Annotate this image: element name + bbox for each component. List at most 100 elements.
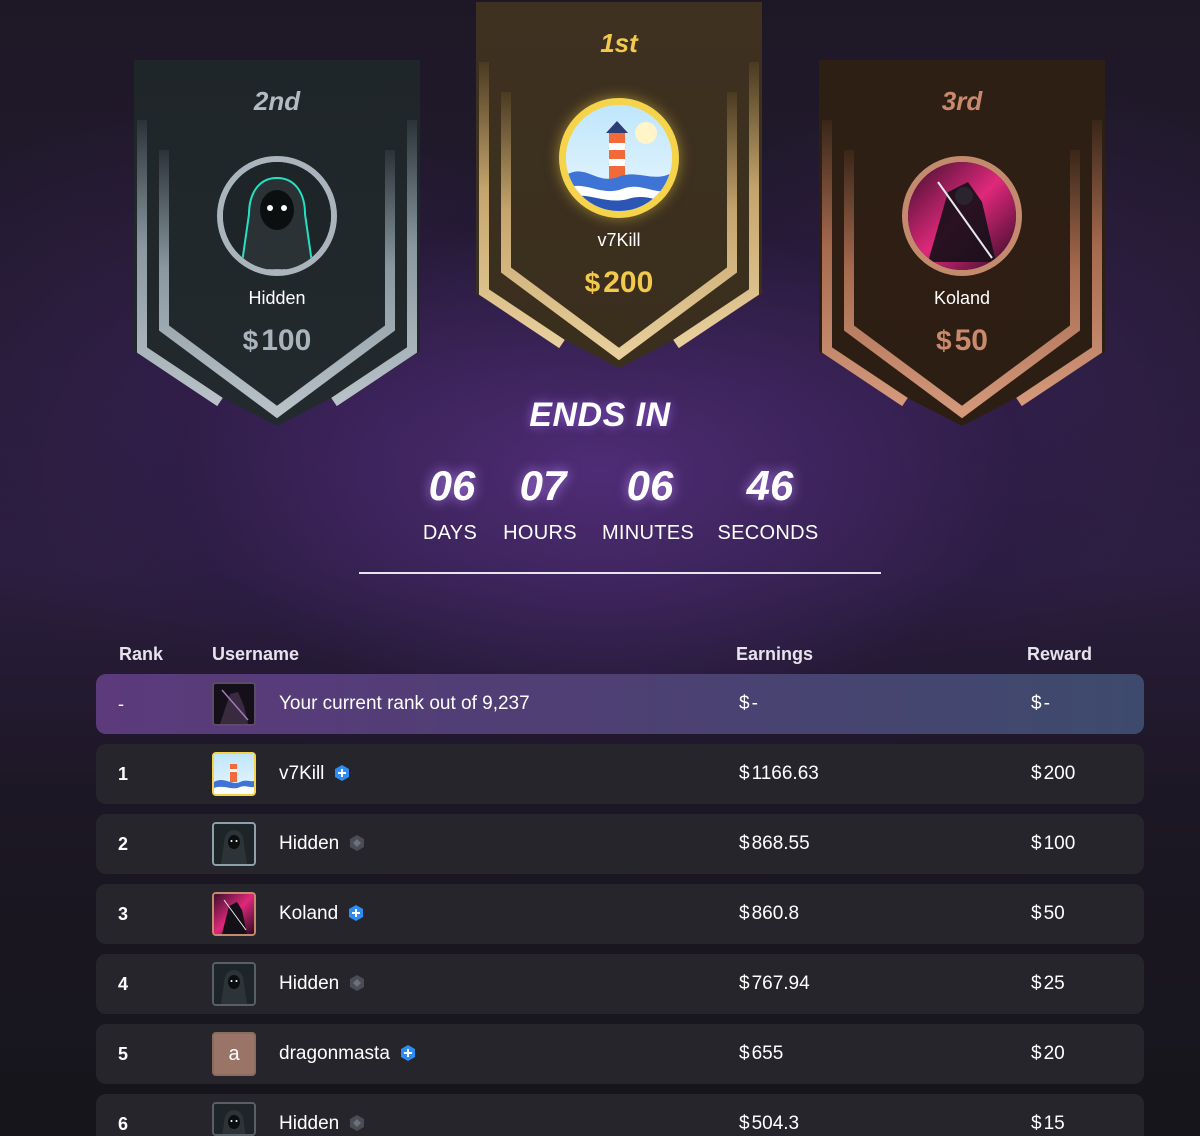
username-text: v7Kill	[279, 763, 325, 784]
place-label: 3rd	[941, 86, 983, 116]
place-label: 1st	[600, 28, 638, 58]
reward-value: 50	[1043, 903, 1065, 924]
reward-value: 20	[1043, 1043, 1065, 1064]
grey-badge-icon	[350, 1115, 365, 1131]
dollar-icon: $	[1031, 1113, 1042, 1134]
earnings-cell: $1166.63	[739, 763, 819, 785]
username-cell[interactable]: v7Kill	[279, 763, 350, 785]
reward-cell: $200	[1031, 763, 1075, 785]
hooded-figure-avatar	[217, 156, 337, 276]
reward-cell: $20	[1031, 1043, 1065, 1065]
rank-cell: 4	[118, 974, 129, 994]
username-text: Hidden	[279, 1113, 340, 1134]
earnings-cell: $655	[739, 1043, 783, 1065]
earnings-value: 868.55	[751, 833, 810, 854]
table-row[interactable]: 2 Hidden $868.55 $100	[96, 814, 1144, 874]
rank-cell: 3	[118, 904, 129, 924]
earnings-value: 1166.63	[751, 763, 819, 784]
earnings-cell: $860.8	[739, 903, 799, 925]
header-earnings: Earnings	[736, 644, 814, 664]
podium-first: 1st v7Kill $200	[476, 2, 762, 368]
table-row[interactable]: 6 Hidden $504.3 $15	[96, 1094, 1144, 1136]
dollar-icon: $	[1031, 763, 1042, 784]
hooded-figure-avatar	[212, 962, 256, 1006]
podium-prize: $50	[819, 324, 1105, 358]
letter-avatar: a	[212, 1032, 256, 1076]
minutes-label: MINUTES	[601, 522, 695, 544]
dollar-icon: $	[739, 1043, 750, 1064]
username-cell[interactable]: Hidden	[279, 973, 365, 995]
dollar-icon: $	[739, 693, 750, 714]
earnings-cell: $868.55	[739, 833, 810, 855]
lighthouse-avatar	[212, 752, 256, 796]
header-reward: Reward	[1027, 644, 1093, 664]
earnings-value: 767.94	[751, 973, 810, 994]
header-username: Username	[212, 644, 300, 664]
username-text: Hidden	[279, 833, 340, 854]
grey-badge-icon	[350, 975, 365, 991]
dollar-icon: $	[242, 325, 259, 356]
minutes-value: 06	[626, 462, 674, 509]
prize-value: 50	[954, 324, 988, 357]
username-cell[interactable]: dragonmasta	[279, 1043, 416, 1065]
table-row[interactable]: 3 Koland $860.8 $50	[96, 884, 1144, 944]
username-text: Koland	[279, 903, 339, 924]
dollar-icon: $	[1031, 903, 1042, 924]
reward-value: -	[1043, 693, 1050, 714]
username-cell[interactable]: Hidden	[279, 833, 365, 855]
dollar-icon: $	[1031, 973, 1042, 994]
username-cell[interactable]: Koland	[279, 903, 364, 925]
grey-badge-icon	[350, 835, 365, 851]
dollar-icon: $	[739, 763, 750, 784]
earnings-cell: $767.94	[739, 973, 810, 995]
avatar-letter: a	[228, 1043, 240, 1065]
reward-cell: $100	[1031, 833, 1075, 855]
current-rank-row[interactable]: - Your current rank out of 9,237 $ - $ -	[96, 674, 1144, 734]
table-row[interactable]: 1 v7Kill $1166.63 $200	[96, 744, 1144, 804]
header-rank: Rank	[119, 644, 164, 664]
reward-cell: $50	[1031, 903, 1065, 925]
seconds-value: 46	[746, 462, 794, 509]
podium-prize: $200	[476, 266, 762, 300]
earnings-cell: $504.3	[739, 1113, 799, 1135]
dollar-icon: $	[1031, 693, 1042, 714]
earnings-value: 504.3	[751, 1113, 800, 1134]
reward-value: 200	[1043, 763, 1076, 784]
dollar-icon: $	[584, 267, 601, 298]
podium-username: v7Kill	[597, 230, 641, 250]
dollar-icon: $	[936, 325, 952, 356]
user-avatar	[212, 682, 256, 726]
blue-plus-badge-icon	[400, 1045, 415, 1061]
place-label: 2nd	[253, 86, 301, 116]
podium-username: Hidden	[248, 288, 306, 308]
rank-cell: 1	[118, 764, 129, 784]
reward-cell: $15	[1031, 1113, 1065, 1135]
seconds-label: SECONDS	[717, 522, 819, 544]
dollar-icon: $	[739, 833, 750, 854]
lighthouse-avatar	[559, 98, 679, 218]
username-text: dragonmasta	[279, 1043, 390, 1064]
dollar-icon: $	[739, 973, 750, 994]
podium-second: 2nd Hidden $100	[134, 60, 420, 426]
current-rank-text: Your current rank out of 9,237	[279, 693, 530, 714]
countdown-title: ENDS IN	[529, 396, 671, 434]
earnings-value: 655	[751, 1043, 784, 1064]
table-row[interactable]: 5 a dragonmasta $655 $20	[96, 1024, 1144, 1084]
dollar-icon: $	[739, 1113, 750, 1134]
reward-value: 25	[1043, 973, 1065, 994]
rank-cell: 2	[118, 834, 129, 854]
reaper-avatar	[902, 156, 1022, 276]
rank-cell: 6	[118, 1114, 129, 1134]
podium-username: Koland	[933, 288, 991, 308]
blue-plus-badge-icon	[335, 765, 350, 781]
table-row[interactable]: 4 Hidden $767.94 $25	[96, 954, 1144, 1014]
podium-third: 3rd Koland $50	[819, 60, 1105, 426]
username-cell[interactable]: Hidden	[279, 1113, 365, 1135]
dollar-icon: $	[739, 903, 750, 924]
reward-value: 100	[1043, 833, 1076, 854]
divider	[359, 572, 881, 574]
rank-cell: -	[118, 694, 124, 714]
reward-value: 15	[1043, 1113, 1065, 1134]
dollar-icon: $	[1031, 1043, 1042, 1064]
prize-value: 200	[603, 266, 654, 299]
